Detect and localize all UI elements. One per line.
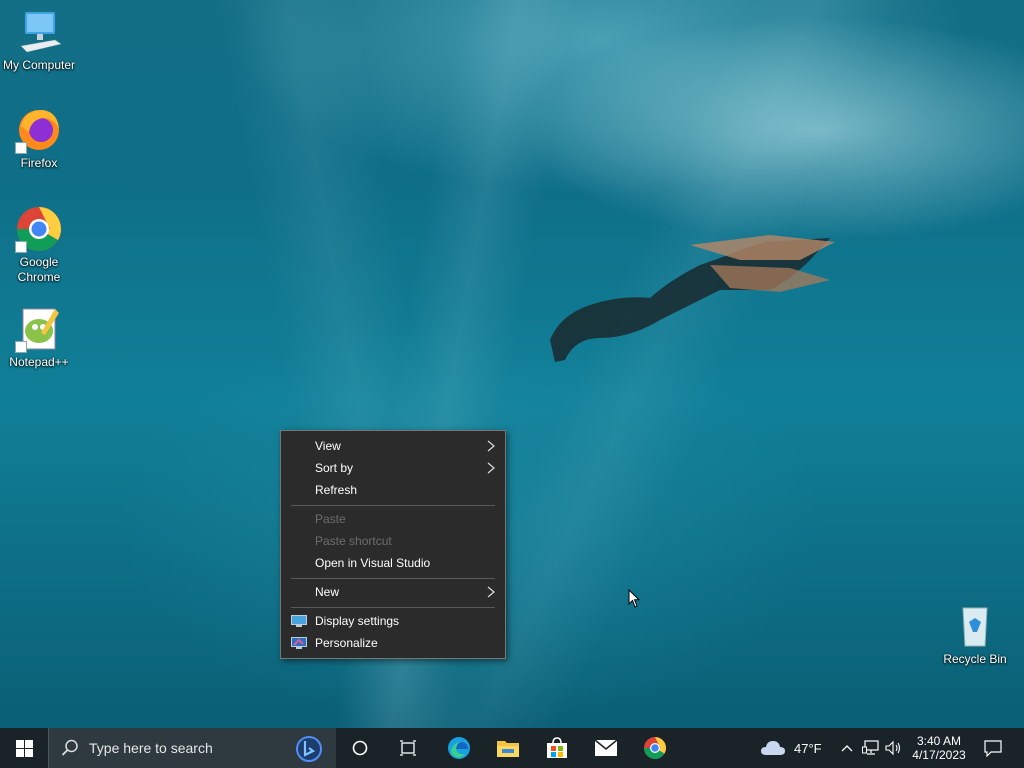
chrome-icon — [644, 737, 666, 759]
chevron-up-icon — [841, 745, 853, 752]
display-icon — [291, 615, 307, 627]
store-icon — [547, 737, 567, 758]
desktop-icon-recycle-bin[interactable]: Recycle Bin — [937, 602, 1013, 667]
bing-icon[interactable] — [295, 735, 323, 763]
task-view-icon — [400, 740, 416, 756]
menu-item-label: Sort by — [315, 461, 354, 475]
desktop-icon-my-computer[interactable]: My Computer — [1, 8, 77, 73]
taskbar-app-file-explorer[interactable] — [487, 728, 529, 768]
menu-item-new[interactable]: New — [281, 581, 505, 603]
wallpaper-light-rays — [0, 0, 1024, 728]
shortcut-arrow-icon — [15, 241, 27, 253]
shortcut-arrow-icon — [15, 142, 27, 154]
show-hidden-icons-button[interactable] — [838, 728, 856, 768]
taskbar-search-box[interactable]: Type here to search — [48, 728, 336, 768]
menu-item-label: Personalize — [315, 636, 378, 650]
desktop-icon-label: Notepad++ — [9, 355, 69, 369]
weather-temperature: 47°F — [794, 740, 822, 756]
start-button[interactable] — [0, 728, 48, 768]
chevron-right-icon — [487, 586, 495, 598]
menu-item-label: Paste — [315, 512, 346, 526]
network-button[interactable] — [860, 728, 882, 768]
clock-time: 3:40 AM — [916, 734, 962, 748]
menu-item-personalize[interactable]: Personalize — [281, 632, 505, 654]
desktop-icon-label: Recycle Bin — [943, 652, 1007, 666]
cortana-button[interactable] — [340, 728, 380, 768]
desktop-icon-google-chrome[interactable]: Google Chrome — [1, 205, 77, 285]
mail-icon — [594, 739, 618, 756]
taskbar: Type here to search 47°F 3:40 AM 4/17/20… — [0, 728, 1024, 768]
desktop-icon-label-line1: Google — [19, 255, 59, 269]
notification-icon — [984, 739, 1002, 757]
weather-widget[interactable]: 47°F — [760, 728, 832, 768]
menu-item-label: View — [315, 439, 341, 453]
computer-icon — [15, 8, 63, 56]
taskbar-app-mail[interactable] — [585, 728, 627, 768]
menu-item-label: Paste shortcut — [315, 534, 392, 548]
task-view-button[interactable] — [388, 728, 428, 768]
desktop[interactable]: My Computer Firefox Google Chrome Notepa… — [0, 0, 1024, 728]
notifications-button[interactable] — [978, 728, 1008, 768]
menu-item-sort-by[interactable]: Sort by — [281, 457, 505, 479]
menu-item-label: Display settings — [315, 614, 400, 628]
menu-item-open-in-visual-studio[interactable]: Open in Visual Studio — [281, 552, 505, 574]
menu-item-label: New — [315, 585, 340, 599]
desktop-icon-notepad-plus-plus[interactable]: Notepad++ — [1, 305, 77, 370]
desktop-icon-firefox[interactable]: Firefox — [1, 106, 77, 171]
desktop-icon-label: Firefox — [20, 156, 58, 170]
shortcut-arrow-icon — [15, 341, 27, 353]
menu-separator — [291, 578, 495, 579]
taskbar-app-store[interactable] — [536, 728, 578, 768]
firefox-icon — [15, 106, 63, 154]
desktop-icon-label-line2: Chrome — [17, 270, 61, 284]
wallpaper-diver — [550, 235, 835, 362]
chrome-icon — [15, 205, 63, 253]
menu-item-display-settings[interactable]: Display settings — [281, 610, 505, 632]
cortana-icon — [352, 740, 368, 756]
menu-item-paste-shortcut[interactable]: Paste shortcut — [281, 530, 505, 552]
edge-icon — [448, 737, 470, 759]
desktop-icon-label: My Computer — [2, 58, 76, 72]
menu-item-view[interactable]: View — [281, 435, 505, 457]
volume-button[interactable] — [883, 728, 905, 768]
network-icon — [862, 740, 879, 755]
search-placeholder: Type here to search — [89, 740, 213, 756]
notepad-plus-plus-icon — [15, 305, 63, 353]
windows-logo-icon — [15, 739, 33, 757]
personalize-icon — [291, 637, 307, 649]
cloud-icon — [761, 741, 785, 755]
menu-item-label: Refresh — [315, 483, 358, 497]
file-explorer-icon — [497, 741, 519, 757]
recycle-bin-icon — [951, 602, 999, 650]
clock[interactable]: 3:40 AM 4/17/2023 — [908, 728, 970, 768]
clock-date: 4/17/2023 — [912, 748, 966, 762]
mouse-cursor-icon — [628, 589, 640, 608]
chevron-right-icon — [487, 462, 495, 474]
menu-item-label: Open in Visual Studio — [315, 556, 431, 570]
taskbar-app-chrome[interactable] — [634, 728, 676, 768]
menu-item-paste[interactable]: Paste — [281, 508, 505, 530]
search-icon — [61, 739, 78, 756]
menu-separator — [291, 607, 495, 608]
speaker-icon — [885, 740, 901, 756]
chevron-right-icon — [487, 440, 495, 452]
menu-item-refresh[interactable]: Refresh — [281, 479, 505, 501]
menu-separator — [291, 505, 495, 506]
taskbar-app-edge[interactable] — [438, 728, 480, 768]
desktop-context-menu: View Sort by Refresh Paste Paste shortcu… — [280, 430, 506, 659]
